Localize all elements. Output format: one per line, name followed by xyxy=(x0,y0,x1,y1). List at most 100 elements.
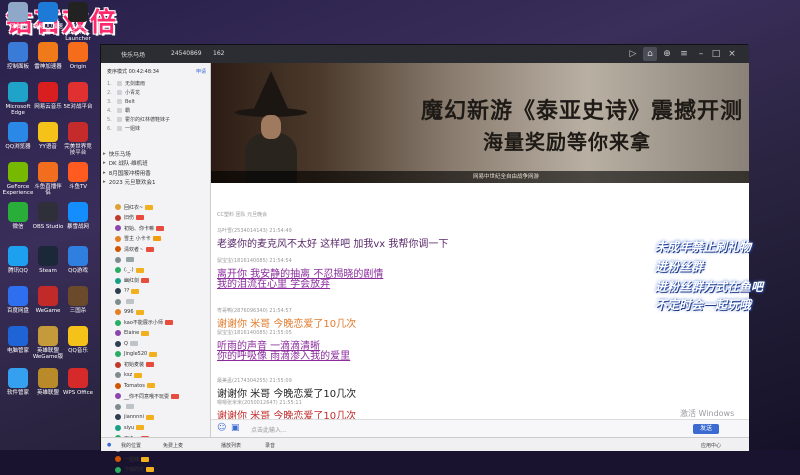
video-icon[interactable]: ▷ xyxy=(626,47,640,61)
user-row[interactable]: 清欢者丶 xyxy=(115,244,209,255)
desktop-icon[interactable]: OBS Studio xyxy=(32,202,64,230)
desktop-icon[interactable]: 腾讯QQ xyxy=(2,246,34,274)
user-row[interactable] xyxy=(115,255,209,266)
user-row[interactable]: 一姐妹 xyxy=(115,454,209,465)
desktop-icon-label: OBS Studio xyxy=(33,224,64,230)
user-row[interactable]: siyu xyxy=(115,423,209,434)
bottom-item-0[interactable]: 我的位置 xyxy=(121,442,141,449)
desktop-icon[interactable]: Epic Games Launcher xyxy=(62,2,94,42)
channel-expand-icon: ▸ xyxy=(103,179,106,185)
desktop-icon-label: 斗鱼直播伴侣 xyxy=(34,184,62,196)
user-row[interactable]: Elaine xyxy=(115,328,209,339)
user-row[interactable]: 初始、你卡嘛 xyxy=(115,223,209,234)
desktop-icon[interactable]: 英雄联盟 xyxy=(32,368,64,396)
user-row[interactable]: 幽红剑 xyxy=(115,276,209,287)
desktop-icon[interactable]: 百度网盘 xyxy=(2,286,34,314)
user-row[interactable]: Jingle520 xyxy=(115,349,209,360)
desktop-icon[interactable]: QQ游戏 xyxy=(62,246,94,274)
desktop-icon-label: Microsoft Edge xyxy=(5,104,30,116)
desktop-icon[interactable]: 英雄联盟 WeGame版 xyxy=(32,326,64,360)
maximize-icon[interactable]: □ xyxy=(709,47,723,61)
queue-item[interactable]: 6.一姐妹 xyxy=(107,124,207,133)
desktop-icon[interactable]: Microsoft Edge xyxy=(2,82,34,116)
desktop-icon[interactable]: WPS Office xyxy=(62,368,94,396)
user-row[interactable]: __你不同意哦不玩耍 xyxy=(115,391,209,402)
channel-name: 快乐马场 xyxy=(121,50,145,59)
user-row[interactable]: 996 xyxy=(115,307,209,318)
desktop-icon[interactable]: 暴雪战网 xyxy=(62,202,94,230)
desktop-icon[interactable]: 电脑管家 xyxy=(2,326,34,354)
user-row[interactable]: (._.) xyxy=(115,265,209,276)
desktop-icon[interactable]: 完美世界竞技平台 xyxy=(62,122,94,156)
queue-item[interactable]: 5.霍尔的红林德鞋妹子 xyxy=(107,115,207,124)
channel-item[interactable]: ▸2023 元旦联欢会1 xyxy=(103,178,203,187)
queue-item[interactable]: 3.Belt xyxy=(107,97,207,106)
desktop-icon[interactable]: 斗鱼TV xyxy=(62,162,94,190)
send-button[interactable]: 发送 xyxy=(693,424,719,434)
user-row[interactable]: jiannnni xyxy=(115,412,209,423)
queue-item[interactable]: 1.无剑庸雨 xyxy=(107,79,207,88)
emoji-icon[interactable]: ☺ xyxy=(217,423,226,433)
user-name: 下晴的花 xyxy=(124,466,144,473)
desktop-icon[interactable]: 微信 xyxy=(2,202,34,230)
app-center-link[interactable]: 应用中心 xyxy=(701,442,721,449)
desktop-icon[interactable]: 雷神加速器 xyxy=(32,42,64,70)
desktop-icon[interactable]: 5E对战平台 xyxy=(62,82,94,110)
desktop-icon[interactable]: Steam xyxy=(32,246,64,274)
minimize-icon[interactable]: – xyxy=(694,47,708,61)
desktop-icon[interactable]: 控制面板 xyxy=(2,42,34,70)
desktop-icon[interactable]: 斗鱼直播伴侣 xyxy=(32,162,64,196)
channel-expand-icon: ▸ xyxy=(103,151,106,157)
bottom-item-1[interactable]: 免费上麦 xyxy=(163,442,183,449)
ad-banner[interactable]: 魔幻新游《泰亚史诗》震撼开测 海量奖励等你来拿 网易中世纪全自由战争网游 xyxy=(211,63,749,183)
menu-icon[interactable]: ≡ xyxy=(677,47,691,61)
queue-item[interactable]: 2.小青龙 xyxy=(107,88,207,97)
user-row[interactable]: 下晴的花 xyxy=(115,465,209,475)
bottom-item-2[interactable]: 播放列表 xyxy=(221,442,241,449)
channel-item[interactable]: ▸8月国服冲榜用香 xyxy=(103,168,203,177)
user-row[interactable] xyxy=(115,297,209,308)
user-badge xyxy=(146,415,154,420)
app-icon xyxy=(38,368,58,388)
desktop-icon[interactable]: GeForce Experience xyxy=(2,162,34,196)
channel-item[interactable]: ▸DK 战队·维机班 xyxy=(103,159,203,168)
desktop-icon[interactable]: 回收站 xyxy=(2,2,34,30)
desktop-icon[interactable]: QQ浏览器 xyxy=(2,122,34,150)
channel-item[interactable]: ▸快乐马场 xyxy=(103,149,203,158)
user-row[interactable]: 回红衣~ xyxy=(115,202,209,213)
user-row[interactable]: ?? xyxy=(115,286,209,297)
user-row[interactable] xyxy=(115,402,209,413)
desktop-icon[interactable]: YY语音 xyxy=(32,122,64,150)
queue-item[interactable]: 4.霸 xyxy=(107,106,207,115)
desktop-icon-label: QQ音乐 xyxy=(68,348,88,354)
desktop-icon[interactable]: 网易云音乐 xyxy=(32,82,64,110)
chat-input[interactable]: 点击此输入... xyxy=(251,425,287,434)
bottom-item-3[interactable]: 录音 xyxy=(265,442,275,449)
image-icon[interactable]: ▣ xyxy=(231,423,240,433)
desktop-icon[interactable]: 网易UU加速器 xyxy=(32,2,64,36)
close-icon[interactable]: × xyxy=(725,47,739,61)
desktop-icon[interactable]: Origin xyxy=(62,42,94,70)
user-row[interactable]: 初始麦装 xyxy=(115,360,209,371)
user-badge xyxy=(136,425,144,430)
user-row[interactable]: Tomatos xyxy=(115,381,209,392)
user-list: 回红衣~旧伤初始、你卡嘛雪主 小卡卡清欢者丶 (._.)幽红剑?? 996kao不能… xyxy=(115,202,209,475)
user-avatar xyxy=(115,320,121,326)
mic-icon[interactable]: ● xyxy=(107,442,111,448)
channel-expand-icon: ▸ xyxy=(103,170,106,176)
desktop-icon[interactable]: 三国杀 xyxy=(62,286,94,314)
user-row[interactable]: kao不能展示小师 xyxy=(115,318,209,329)
channel-label: 快乐马场 xyxy=(109,150,131,158)
banner-subtitle: 海量奖励等你来拿 xyxy=(483,126,651,155)
gamepad-icon[interactable]: ⊕ xyxy=(660,47,674,61)
home-icon[interactable]: ⌂ xyxy=(643,47,657,61)
apply-button[interactable]: 申请 xyxy=(196,68,206,75)
app-icon xyxy=(38,246,58,266)
user-row[interactable]: 旧伤 xyxy=(115,213,209,224)
user-row[interactable]: ksz xyxy=(115,370,209,381)
desktop-icon[interactable]: WeGame xyxy=(32,286,64,314)
user-row[interactable]: 雪主 小卡卡 xyxy=(115,234,209,245)
user-row[interactable]: Q xyxy=(115,339,209,350)
desktop-icon[interactable]: QQ音乐 xyxy=(62,326,94,354)
desktop-icon[interactable]: 软件管家 xyxy=(2,368,34,396)
